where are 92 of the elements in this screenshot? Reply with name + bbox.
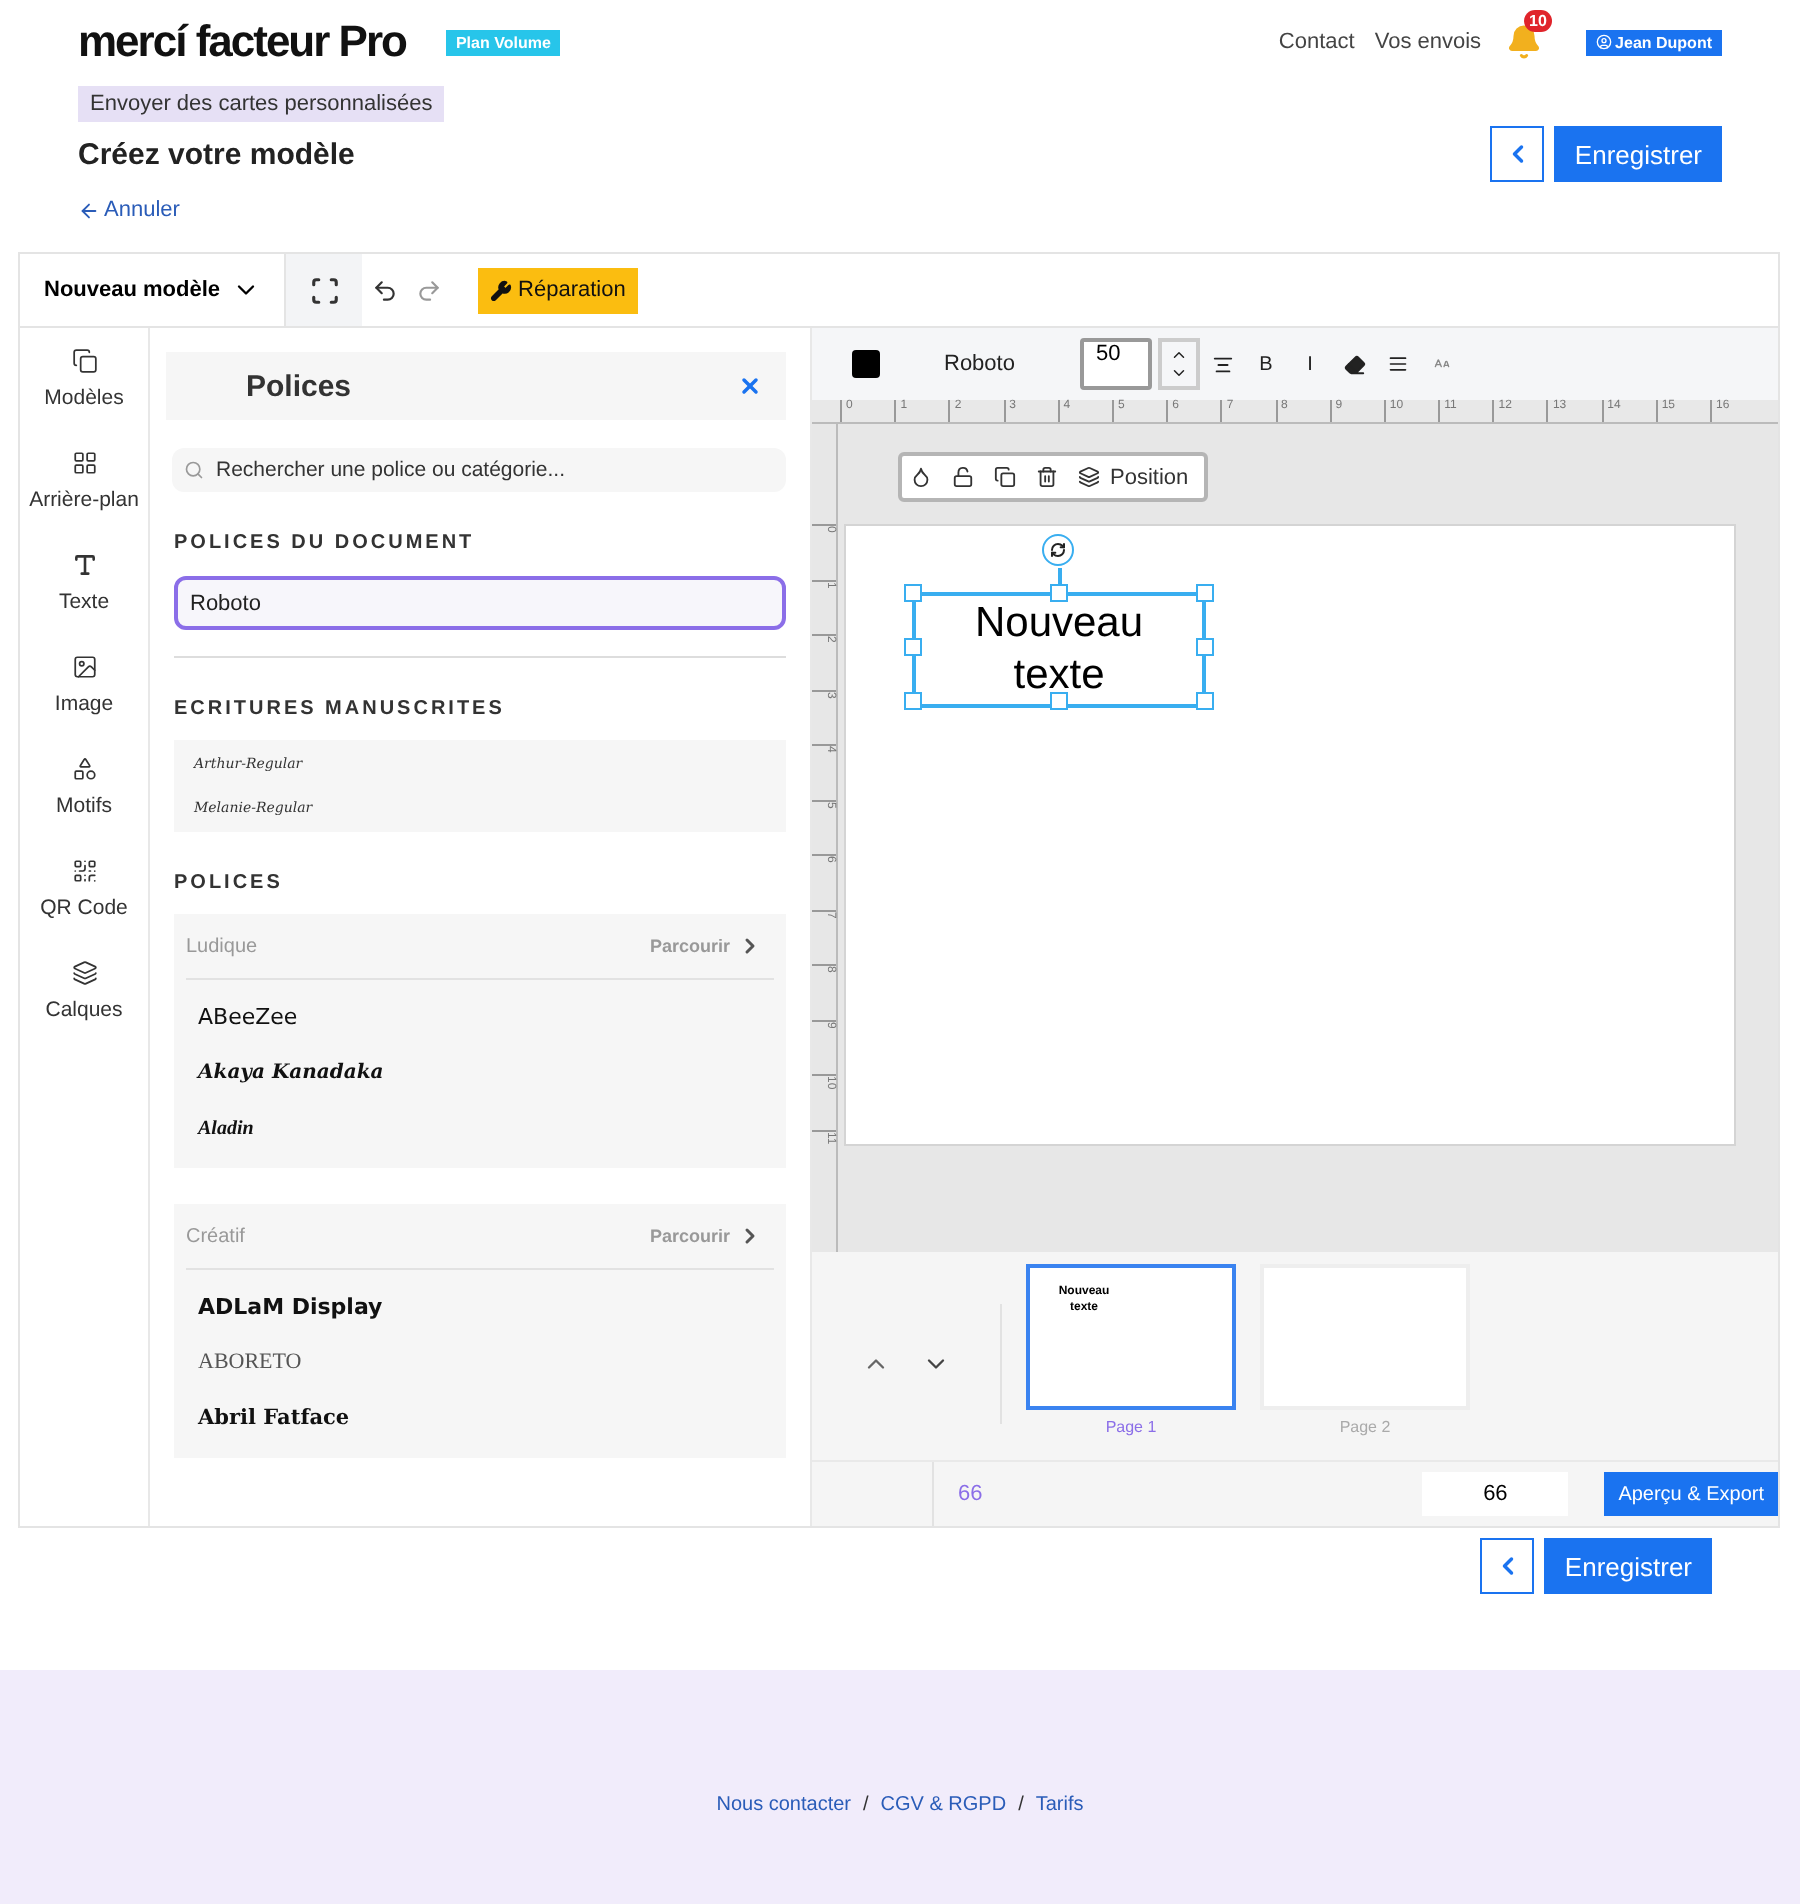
search-icon <box>184 460 204 480</box>
droplet-icon <box>910 466 932 488</box>
redo-icon <box>415 277 442 303</box>
undo-icon <box>371 277 398 303</box>
folders-icon <box>71 348 97 374</box>
user-button[interactable]: Jean Dupont <box>1585 29 1722 55</box>
layers-icon <box>71 960 97 986</box>
font-option[interactable]: Aladin <box>186 1100 266 1156</box>
footer-link[interactable]: Nous contacter <box>716 1794 851 1816</box>
notification-count: 10 <box>1523 10 1553 32</box>
sidebar-item[interactable]: Image <box>20 654 148 716</box>
lines-icon <box>1388 354 1408 374</box>
font-option[interactable]: ABORETO <box>186 1334 314 1390</box>
unlock-button[interactable] <box>948 466 978 488</box>
font-option[interactable]: ABeeZee <box>186 988 310 1044</box>
link-separator: / <box>863 1794 869 1816</box>
grid-icon <box>71 450 97 476</box>
qr-code-icon <box>71 858 97 884</box>
panel-title: Polices <box>246 369 354 403</box>
footer-link[interactable]: Tarifs <box>1035 1794 1084 1816</box>
logo[interactable]: mercí facteur Pro <box>78 16 406 68</box>
save-button[interactable]: Enregistrer <box>1554 126 1722 182</box>
plan-badge: Plan Volume <box>445 29 561 55</box>
font-option[interactable]: Akaya Kanadaka <box>186 1044 396 1100</box>
close-button[interactable] <box>738 374 762 398</box>
nav-link[interactable]: Contact <box>1278 30 1355 54</box>
arrow-left-icon <box>78 199 100 221</box>
sidebar-item[interactable]: QR Code <box>20 858 148 920</box>
align-center-icon <box>1211 353 1233 375</box>
duplicate-button[interactable] <box>990 466 1020 488</box>
search-field[interactable]: Rechercher une police ou catégorie... <box>172 448 786 492</box>
image-icon <box>71 654 97 680</box>
section-heading: POLICES DU DOCUMENT <box>174 532 477 554</box>
resize-handle[interactable] <box>1196 638 1214 656</box>
font-size-field[interactable]: 50 <box>1080 338 1152 390</box>
shapes-icon <box>71 756 97 782</box>
section-heading: ECRITURES MANUSCRITES <box>174 698 507 720</box>
chevron-down-icon <box>1170 364 1188 382</box>
font-option[interactable]: Abril Fatface <box>186 1390 362 1446</box>
close-icon <box>738 374 762 398</box>
font-name[interactable]: Roboto <box>944 352 1080 376</box>
copy-icon <box>994 466 1016 488</box>
trash-icon <box>1036 466 1058 488</box>
wrench-icon <box>490 279 513 301</box>
sidebar-item[interactable]: Motifs <box>20 756 148 818</box>
resize-handle[interactable] <box>1050 584 1068 602</box>
cancel-link[interactable]: Annuler <box>78 198 180 222</box>
delete-button[interactable] <box>1032 466 1062 488</box>
save-button[interactable]: Enregistrer <box>1544 1538 1712 1594</box>
export-button[interactable]: Aperçu & Export <box>1604 1472 1778 1516</box>
resize-handle[interactable] <box>904 584 922 602</box>
page-label: Page 1 <box>1105 1418 1157 1436</box>
zoom-field[interactable]: 66 <box>1422 1472 1569 1516</box>
category-name: Ludique <box>186 935 260 957</box>
font-option[interactable]: ADLaM Display <box>186 1278 395 1334</box>
fullscreen-button[interactable] <box>286 254 363 326</box>
sidebar-item[interactable]: Calques <box>20 960 148 1022</box>
resize-handle[interactable] <box>1050 692 1068 710</box>
resize-handle[interactable] <box>1196 692 1214 710</box>
eraser-icon <box>1343 353 1365 375</box>
rotate-handle[interactable] <box>1042 534 1074 566</box>
position-button[interactable]: Position <box>1074 465 1193 489</box>
repair-button[interactable]: Réparation <box>478 267 638 313</box>
section-heading: POLICES <box>174 872 285 894</box>
back-button[interactable] <box>1480 1538 1535 1594</box>
rotate-icon <box>1050 542 1066 558</box>
user-icon <box>1595 34 1612 50</box>
link-separator: / <box>1018 1794 1024 1816</box>
unlock-icon <box>952 466 974 488</box>
fullscreen-icon <box>309 275 340 305</box>
font-option[interactable]: Roboto <box>174 576 786 630</box>
color-swatch[interactable] <box>852 350 880 378</box>
sidebar-item[interactable]: Arrière-plan <box>20 450 148 512</box>
letter-size-icon <box>1434 356 1450 372</box>
page-label: Page 2 <box>1339 1418 1391 1436</box>
bold-button[interactable]: B <box>1244 353 1288 375</box>
sidebar-item[interactable]: Modèles <box>20 348 148 410</box>
page-title: Créez votre modèle <box>78 137 355 171</box>
text-icon <box>71 552 97 578</box>
category-name: Créatif <box>186 1225 247 1247</box>
resize-handle[interactable] <box>904 692 922 710</box>
sidebar-item[interactable]: Texte <box>20 552 148 614</box>
footer-link[interactable]: CGV & RGPD <box>880 1794 1007 1816</box>
bell-icon[interactable] <box>1505 24 1542 60</box>
resize-handle[interactable] <box>1196 584 1214 602</box>
italic-button[interactable]: I <box>1288 353 1332 375</box>
section-tag: Envoyer des cartes personnalisées <box>78 86 445 122</box>
nav-link[interactable]: Vos envois <box>1374 30 1482 54</box>
layers-icon <box>1078 466 1100 488</box>
resize-handle[interactable] <box>904 638 922 656</box>
back-button[interactable] <box>1490 126 1545 182</box>
chevron-up-icon <box>1170 346 1188 364</box>
